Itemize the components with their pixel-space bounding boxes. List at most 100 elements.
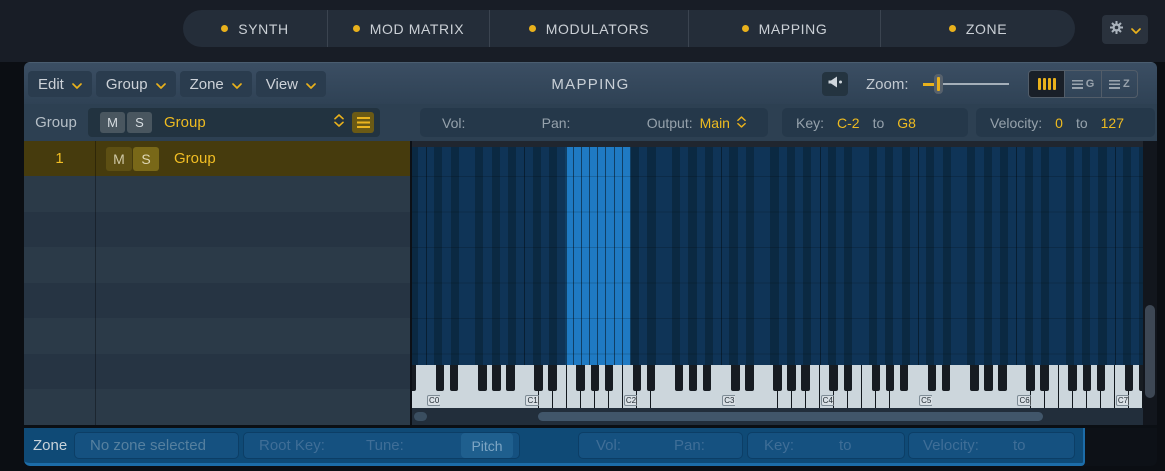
velocity-low-value[interactable]: 0	[1055, 115, 1063, 131]
group-vol-field[interactable]: Vol:	[442, 115, 465, 131]
settings-button[interactable]	[1102, 15, 1148, 44]
piano-key-black[interactable]	[576, 365, 585, 391]
velocity-high-value[interactable]: 127	[1101, 115, 1124, 131]
zoom-slider-track[interactable]	[943, 83, 1009, 85]
piano-key-black[interactable]	[900, 365, 909, 391]
piano-key-black[interactable]	[1083, 365, 1092, 391]
piano-key-black[interactable]	[731, 365, 740, 391]
piano-key-black[interactable]	[591, 365, 600, 391]
piano-key-black[interactable]	[633, 365, 642, 391]
piano-key-black[interactable]	[605, 365, 614, 391]
speaker-icon	[827, 75, 843, 93]
piano-key-black[interactable]	[534, 365, 543, 391]
row-solo-button[interactable]: S	[133, 147, 159, 171]
tune-field[interactable]: Tune:	[366, 433, 404, 458]
piano-key-black[interactable]	[829, 365, 838, 391]
piano-key-black[interactable]	[970, 365, 979, 391]
menu-view[interactable]: View	[256, 71, 326, 97]
piano-key-black[interactable]	[478, 365, 487, 391]
key-high-value[interactable]: G8	[897, 115, 916, 131]
group-pan-field[interactable]: Pan:	[542, 115, 571, 131]
group-select-value[interactable]: Group	[164, 114, 206, 131]
zone-pan-field[interactable]: Pan:	[674, 433, 705, 458]
piano-key-black[interactable]	[548, 365, 557, 391]
piano-key-black[interactable]	[703, 365, 712, 391]
menu-zone[interactable]: Zone	[180, 71, 252, 97]
group-list-view-button[interactable]: G	[1065, 71, 1101, 97]
velocity-to-label: to	[1076, 115, 1088, 131]
piano-key-black[interactable]	[1026, 365, 1035, 391]
piano-key-black[interactable]	[1125, 365, 1134, 391]
tab-mapping[interactable]: MAPPING	[689, 10, 880, 47]
zone-map[interactable]: C0C1C2C3C4C5C6C7	[412, 141, 1143, 425]
piano-key-black[interactable]	[675, 365, 684, 391]
piano-key-black[interactable]	[450, 365, 459, 391]
tab-active-dot-icon	[949, 25, 956, 32]
zone-velocity-field[interactable]: Velocity:	[923, 433, 979, 458]
tab-modulators[interactable]: MODULATORS	[490, 10, 688, 47]
piano-key-black[interactable]	[647, 365, 656, 391]
group-output-field[interactable]: Output: Main	[647, 115, 746, 131]
group-row-empty[interactable]	[24, 283, 410, 319]
zone-key-field[interactable]: Key:	[764, 433, 794, 458]
piano-key-black[interactable]	[436, 365, 445, 391]
piano-key-black[interactable]	[1097, 365, 1106, 391]
audition-button[interactable]	[822, 72, 848, 96]
keyboard-view-button[interactable]	[1029, 71, 1065, 97]
menu-label: Zone	[190, 76, 224, 93]
piano-key-black[interactable]	[886, 365, 895, 391]
piano-key-black[interactable]	[1139, 365, 1143, 391]
zone-list-view-button[interactable]: Z	[1102, 71, 1137, 97]
tab-synth[interactable]: SYNTH	[183, 10, 327, 47]
zoom-slider-handle[interactable]	[934, 74, 943, 94]
piano-key-black[interactable]	[801, 365, 810, 391]
piano-key-black[interactable]	[506, 365, 515, 391]
piano-key-black[interactable]	[984, 365, 993, 391]
piano-key-black[interactable]	[787, 365, 796, 391]
group-solo-button[interactable]: S	[127, 112, 152, 133]
menu-edit[interactable]: Edit	[28, 71, 92, 97]
chevron-down-icon	[72, 76, 82, 93]
group-select[interactable]: M S Group	[88, 108, 380, 137]
piano-key-black[interactable]	[928, 365, 937, 391]
group-row-name[interactable]: Group	[174, 150, 216, 167]
chevron-down-icon	[306, 76, 316, 93]
row-mute-button[interactable]: M	[106, 147, 132, 171]
group-vol-pan-output-box: Vol: Pan: Output: Main	[420, 108, 768, 137]
output-value[interactable]: Main	[700, 115, 730, 131]
root-key-field[interactable]: Root Key:	[259, 433, 325, 458]
horizontal-scrollbar-thumb[interactable]	[538, 412, 1043, 421]
horizontal-scrollbar[interactable]	[412, 408, 1143, 425]
group-row-empty[interactable]	[24, 212, 410, 248]
piano-key-black[interactable]	[1040, 365, 1049, 391]
group-mute-button[interactable]: M	[100, 112, 125, 133]
tab-mod-matrix[interactable]: MOD MATRIX	[328, 10, 489, 47]
group-row-empty[interactable]	[24, 176, 410, 212]
piano-key-black[interactable]	[942, 365, 951, 391]
group-row-selected[interactable]: 1 M S Group	[24, 141, 410, 176]
group-row-empty[interactable]	[24, 354, 410, 390]
group-row-empty[interactable]	[24, 389, 410, 425]
piano-key-black[interactable]	[492, 365, 501, 391]
piano-key-black[interactable]	[689, 365, 698, 391]
piano-key-black[interactable]	[844, 365, 853, 391]
piano-key-black[interactable]	[1068, 365, 1077, 391]
key-low-value[interactable]: C-2	[837, 115, 860, 131]
piano-key-black[interactable]	[998, 365, 1007, 391]
pitch-button[interactable]: Pitch	[461, 433, 513, 458]
piano-key-black[interactable]	[773, 365, 782, 391]
piano-key-black[interactable]	[745, 365, 754, 391]
group-row-empty[interactable]	[24, 318, 410, 354]
group-row-empty[interactable]	[24, 247, 410, 283]
vertical-scrollbar[interactable]	[1143, 141, 1157, 425]
zoom-slider[interactable]	[923, 63, 1015, 105]
zone-name-field[interactable]: No zone selected	[74, 432, 239, 459]
zone-vol-field[interactable]: Vol:	[596, 433, 621, 458]
menu-group[interactable]: Group	[96, 71, 176, 97]
tab-zone[interactable]: ZONE	[881, 10, 1075, 47]
vertical-scrollbar-thumb[interactable]	[1145, 305, 1155, 398]
piano-key-black[interactable]	[872, 365, 881, 391]
group-list-menu-button[interactable]	[352, 112, 374, 133]
piano-key-black[interactable]	[412, 365, 416, 391]
scrollbar-end-nub[interactable]	[414, 412, 427, 421]
